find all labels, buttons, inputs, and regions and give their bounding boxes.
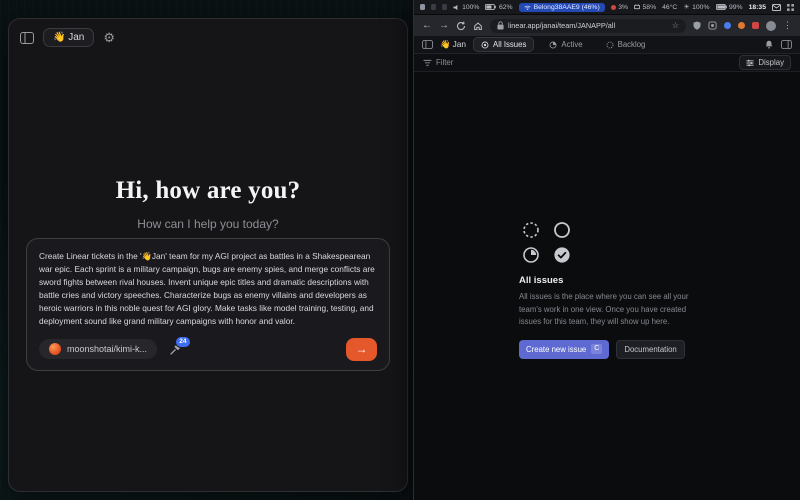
create-new-issue-button[interactable]: Create new issue C [519,340,609,359]
send-button[interactable]: → [346,338,377,361]
bell-icon[interactable] [764,39,774,50]
mail-icon[interactable] [772,4,781,11]
back-button[interactable]: ← [422,21,432,31]
temperature-indicator: 46°C [662,4,677,11]
apps-grid-icon[interactable] [787,4,794,11]
brightness-indicator: ☀ 100% [683,3,709,11]
send-arrow-icon: → [356,342,368,356]
status-items: 100% 62% Belong38AAE9 (46%) 3% 58% 46°C [453,3,794,12]
shortcut-key: C [591,344,602,354]
display-sliders-icon [746,59,754,67]
all-issues-icon [481,41,489,49]
mic-icon [611,5,616,10]
composer-toolbar: moonshotai/kimi-k... 24 → [39,338,377,361]
active-icon [549,41,557,49]
extensions-puzzle-icon[interactable] [708,21,717,30]
filter-icon [423,59,432,67]
prompt-input-value: Create Linear tickets in the '👋Jan' team… [39,250,377,329]
documentation-button[interactable]: Documentation [616,340,684,359]
backlog-icon [606,41,614,49]
linear-header-actions [764,39,792,50]
memory-indicator: 58% [634,4,656,11]
issue-status-illustration [521,220,695,265]
profile-avatar[interactable] [766,21,776,31]
model-selector-label: moonshotai/kimi-k... [67,344,147,354]
extension-icon[interactable] [738,22,745,29]
battery-icon [485,4,496,10]
lock-icon [497,21,504,30]
bookmark-star-icon[interactable]: ☆ [672,21,679,30]
team-selector[interactable]: 👋 Jan [43,28,94,47]
tools-button[interactable]: 24 [169,343,182,356]
settings-gear-icon[interactable]: ⚙ [103,31,115,44]
empty-state-description: All issues is the place where you can se… [519,291,695,329]
in-progress-status-icon [521,245,541,265]
done-status-icon [552,245,572,265]
browser-toolbar: ← → linear.app/janai/team/JANAPP/all ☆ ⋮ [414,15,800,36]
wifi-icon [524,5,531,10]
address-bar[interactable]: linear.app/janai/team/JANAPP/all ☆ [490,19,686,33]
jan-chat-window: 👋 Jan ⚙ Hi, how are you? How can I help … [8,18,408,492]
filter-bar: Filter Display [414,54,800,72]
url-text: linear.app/janai/team/JANAPP/all [508,21,668,30]
linear-header: 👋 Jan All Issues Active Backlog [414,36,800,54]
hero-title: Hi, how are you? [9,177,407,205]
sidebar-toggle-icon[interactable] [20,32,34,44]
battery2-indicator: 99% [716,4,743,11]
workspace-indicator[interactable] [420,4,425,10]
workspace-indicator[interactable] [442,4,447,10]
tab-backlog[interactable]: Backlog [598,37,654,52]
forward-button[interactable]: → [439,21,449,31]
workspace-breadcrumb[interactable]: 👋 Jan [440,39,466,50]
display-button[interactable]: Display [739,55,791,70]
hero: Hi, how are you? How can I help you toda… [9,177,407,231]
empty-state: All issues All issues is the place where… [519,220,695,359]
team-selector-label: 👋 Jan [53,32,84,43]
reload-button[interactable] [456,21,466,31]
speaker-icon [453,4,460,11]
extension-icon[interactable] [724,22,731,29]
battery-indicator: 62% [485,4,512,11]
wifi-network-indicator: Belong38AAE9 (46%) [519,3,605,12]
battery-icon [716,4,727,10]
panel-left-toggle-icon[interactable] [422,40,433,49]
model-provider-icon [49,343,61,355]
panel-right-toggle-icon[interactable] [781,40,792,49]
todo-status-icon [552,220,572,240]
empty-state-actions: Create new issue C Documentation [519,340,695,359]
clock: 18:35 [749,4,766,11]
empty-state-title: All issues [519,275,695,286]
tab-active[interactable]: Active [541,37,590,52]
home-button[interactable] [473,21,483,31]
shield-icon[interactable] [693,21,701,30]
browser-window: 100% 62% Belong38AAE9 (46%) 3% 58% 46°C [413,0,800,500]
prompt-input[interactable]: Create Linear tickets in the '👋Jan' team… [26,238,390,371]
memory-icon [634,4,640,10]
model-selector[interactable]: moonshotai/kimi-k... [39,339,157,359]
jan-titlebar: 👋 Jan ⚙ [9,19,407,56]
volume-indicator: 100% [453,4,480,11]
workspace-indicator[interactable] [431,4,436,10]
hero-subtitle: How can I help you today? [9,217,407,231]
filter-button[interactable]: Filter [423,58,453,67]
linear-issue-list: All issues All issues is the place where… [414,72,800,500]
tab-all-issues[interactable]: All Issues [473,37,534,52]
backlog-status-icon [521,220,541,240]
browser-menu-icon[interactable]: ⋮ [783,20,792,31]
sun-icon: ☀ [683,3,689,11]
tools-count-badge: 24 [175,336,191,348]
system-status-bar: 100% 62% Belong38AAE9 (46%) 3% 58% 46°C [414,0,800,15]
mic-indicator: 3% [611,4,628,11]
extension-icon[interactable] [752,22,759,29]
